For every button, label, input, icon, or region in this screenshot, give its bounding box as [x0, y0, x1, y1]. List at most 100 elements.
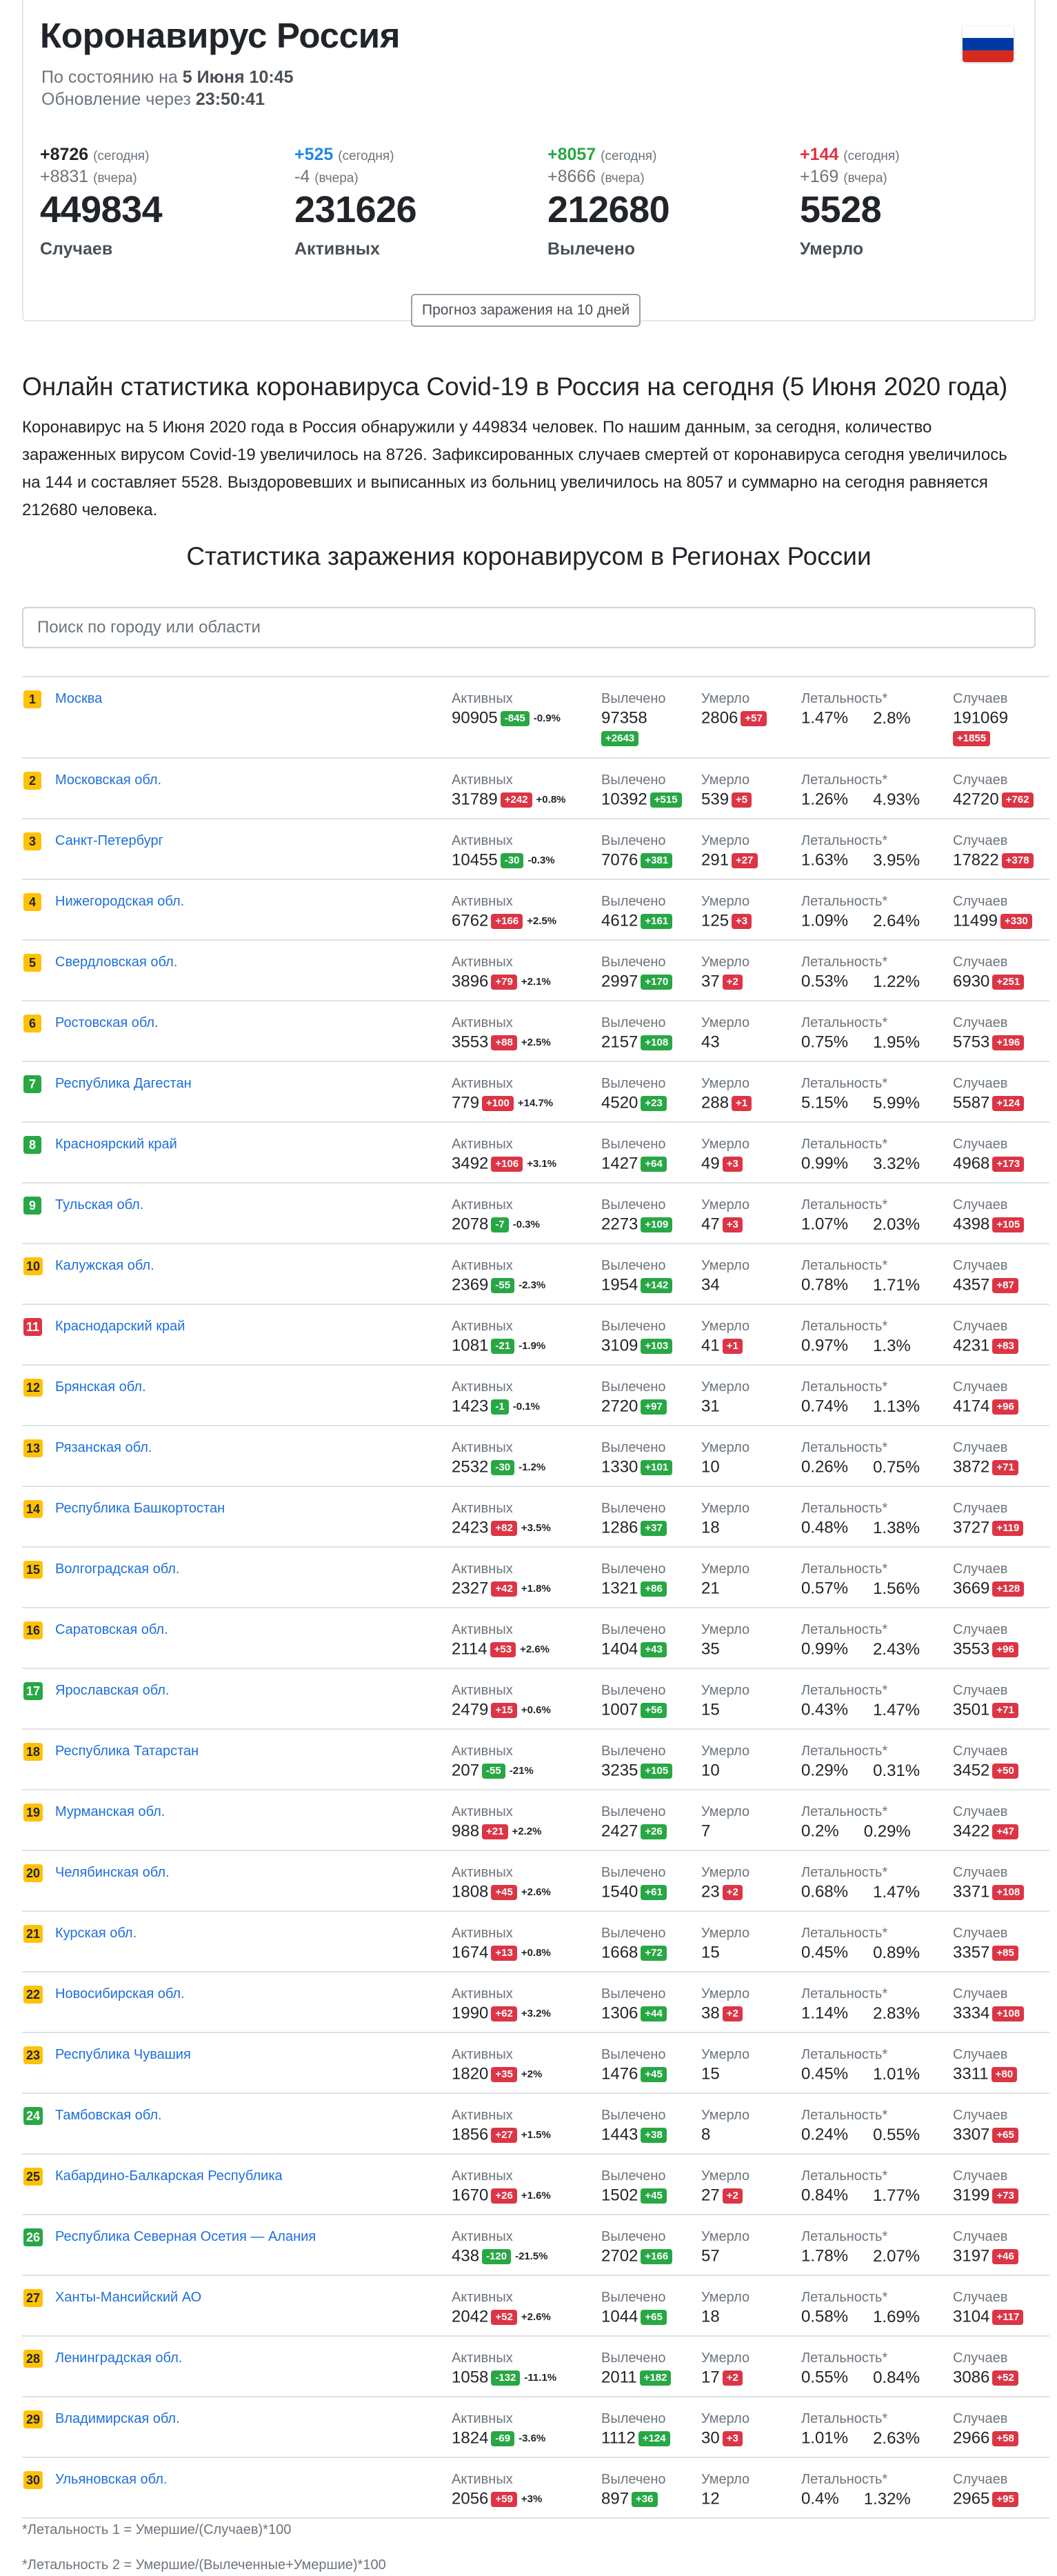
recovered-label: Вылечено: [601, 691, 666, 706]
recovered-label: Вылечено: [601, 2350, 666, 2366]
cases-delta-badge: +50: [992, 1763, 1018, 1779]
deaths-cell: Умерло 49 +3: [701, 1137, 749, 1174]
cases-label: Случаев: [953, 2350, 1008, 2366]
active-value: 6762: [452, 911, 489, 930]
active-delta-badge: +53: [490, 1641, 516, 1657]
lethality-cell: Летальность* 0.99% 2.43%: [801, 1622, 920, 1659]
region-link[interactable]: Тамбовская обл.: [55, 2108, 162, 2124]
active-value: 1423: [452, 1397, 489, 1416]
recovered-cell: Вылечено 2427 +26: [601, 1804, 667, 1841]
lethality-cell: Летальность* 1.78% 2.07%: [801, 2229, 920, 2266]
deaths-value: 7: [701, 1821, 711, 1841]
region-link[interactable]: Мурманская обл.: [55, 1804, 165, 1820]
active-label: Активных: [452, 1501, 513, 1516]
recovered-label: Вылечено: [601, 1379, 666, 1395]
deaths-cell: Умерло 125 +3: [701, 894, 752, 931]
active-cell: Активных 1990 +62 +3.2%: [452, 1986, 551, 2024]
stat-yesterday-label: (вчера): [601, 171, 645, 186]
deaths-cell: Умерло 15: [701, 2047, 749, 2084]
region-link[interactable]: Нижегородская обл.: [55, 894, 184, 910]
active-cell: Активных 1423 -1 -0.1%: [452, 1379, 540, 1417]
active-delta-badge: -69: [491, 2430, 515, 2446]
stat-yesterday-value: -4: [294, 167, 310, 186]
lethality-cell: Летальность* 0.43% 1.47%: [801, 1683, 920, 1720]
region-link[interactable]: Саратовская обл.: [55, 1622, 168, 1638]
region-link[interactable]: Москва: [55, 691, 102, 707]
active-label: Активных: [452, 2290, 513, 2305]
region-link[interactable]: Рязанская обл.: [55, 1440, 152, 1456]
active-label: Активных: [452, 1804, 513, 1819]
recovered-value: 1321: [601, 1579, 638, 1598]
region-link[interactable]: Ульяновская обл.: [55, 2472, 167, 2488]
region-link[interactable]: Тульская обл.: [55, 1197, 143, 1213]
region-link[interactable]: Республика Чувашия: [55, 2047, 191, 2063]
region-link[interactable]: Новосибирская обл.: [55, 1986, 185, 2002]
as-of-line: По состоянию на 5 Июня 10:45: [41, 68, 294, 88]
cases-value: 3311: [953, 2064, 989, 2084]
region-link[interactable]: Республика Татарстан: [55, 1744, 199, 1759]
deaths-cell: Умерло 8: [701, 2108, 749, 2145]
region-link[interactable]: Ростовская обл.: [55, 1015, 159, 1031]
deaths-value: 37: [701, 972, 720, 991]
recovered-delta-badge: +161: [641, 913, 673, 929]
region-link[interactable]: Калужская обл.: [55, 1258, 154, 1274]
stat-yesterday: -4 (вчера): [294, 167, 522, 187]
lethality-2-value: 4.93%: [873, 790, 920, 809]
region-link[interactable]: Республика Башкортостан: [55, 1501, 225, 1517]
recovered-delta-badge: +36: [632, 2491, 658, 2507]
region-link[interactable]: Свердловская обл.: [55, 955, 177, 970]
lethality-label: Летальность*: [801, 2290, 888, 2305]
region-link[interactable]: Ленинградская обл.: [55, 2350, 182, 2366]
region-link[interactable]: Московская обл.: [55, 772, 161, 788]
region-link[interactable]: Кабардино-Балкарская Республика: [55, 2168, 283, 2184]
active-label: Активных: [452, 1561, 513, 1577]
active-cell: Активных 988 +21 +2.2%: [452, 1804, 541, 1841]
active-label: Активных: [452, 1622, 513, 1637]
deaths-label: Умерло: [701, 1258, 750, 1273]
table-row: 27 Ханты-Мансийский АО Активных 2042 +52 +2.6…: [22, 2276, 1049, 2337]
rank-badge: 28: [23, 2350, 43, 2368]
deaths-cell: Умерло 47 +3: [701, 1197, 749, 1235]
active-delta-badge: +45: [491, 1884, 517, 1900]
region-link[interactable]: Ханты-Мансийский АО: [55, 2290, 201, 2306]
lethality-label: Летальность*: [801, 1683, 888, 1698]
lethality-1-value: 0.78%: [801, 1275, 849, 1295]
cases-label: Случаев: [953, 2229, 1008, 2244]
region-link[interactable]: Курская обл.: [55, 1926, 137, 1941]
cases-delta-badge: +71: [992, 1702, 1018, 1718]
as-of-value: 5 Июня 10:45: [182, 68, 294, 87]
deaths-delta-badge: +3: [732, 913, 752, 929]
region-search-input[interactable]: [22, 607, 1036, 648]
region-link[interactable]: Брянская обл.: [55, 1379, 146, 1395]
recovered-delta-badge: +515: [650, 792, 682, 808]
region-link[interactable]: Челябинская обл.: [55, 1865, 170, 1881]
region-link[interactable]: Краснодарский край: [55, 1319, 185, 1335]
table-row: 7 Республика Дагестан Активных 779 +100 +14.7…: [22, 1062, 1049, 1123]
recovered-delta-badge: +23: [641, 1095, 667, 1111]
lethality-2-value: 1.69%: [873, 2307, 920, 2326]
lethality-1-value: 0.24%: [801, 2125, 849, 2144]
active-delta-badge: +13: [491, 1945, 517, 1961]
region-link[interactable]: Ярославская обл.: [55, 1683, 170, 1699]
region-link[interactable]: Красноярский край: [55, 1137, 177, 1152]
lethality-label: Летальность*: [801, 2229, 888, 2244]
active-percent: -1.2%: [519, 1461, 546, 1474]
region-link[interactable]: Республика Дагестан: [55, 1076, 192, 1092]
region-link[interactable]: Санкт-Петербург: [55, 833, 163, 849]
recovered-cell: Вылечено 2273 +109: [601, 1197, 673, 1235]
recovered-delta-badge: +64: [641, 1156, 667, 1172]
active-percent: -11.1%: [524, 2372, 557, 2384]
lethality-1-value: 0.97%: [801, 1336, 849, 1355]
stat-yesterday-label: (вчера): [314, 171, 359, 186]
recovered-delta-badge: +101: [641, 1459, 673, 1475]
cases-label: Случаев: [953, 1501, 1008, 1516]
recovered-label: Вылечено: [601, 2229, 666, 2244]
recovered-label: Вылечено: [601, 1015, 666, 1030]
region-link[interactable]: Республика Северная Осетия — Алания: [55, 2229, 316, 2245]
region-link[interactable]: Владимирская обл.: [55, 2411, 180, 2427]
forecast-button[interactable]: Прогноз заражения на 10 дней: [411, 294, 641, 327]
region-link[interactable]: Волгоградская обл.: [55, 1561, 180, 1577]
lethality-2-value: 1.77%: [873, 2186, 920, 2205]
active-percent: +2.6%: [521, 1886, 551, 1899]
active-percent: +1.8%: [521, 1583, 551, 1595]
